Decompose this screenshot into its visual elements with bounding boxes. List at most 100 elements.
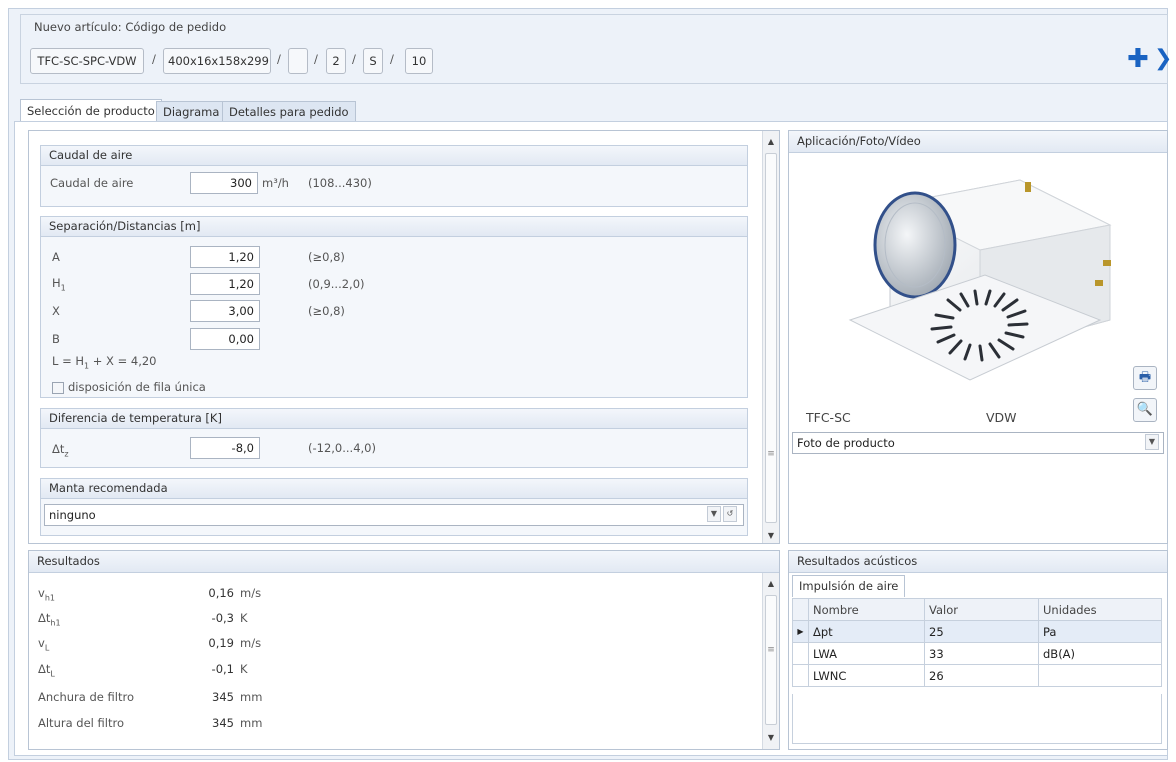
scroll-up-icon[interactable]: ▲ [763, 577, 779, 591]
plenum-select[interactable]: ninguno [44, 504, 744, 526]
order-code-separator: / [277, 52, 281, 66]
cell-unit[interactable]: dB(A) [1038, 642, 1162, 665]
result-label: Δth1 [38, 611, 61, 628]
cell-value[interactable]: 25 [924, 620, 1039, 643]
order-code-type[interactable]: TFC-SC-SPC-VDW [30, 48, 144, 74]
airflow-input[interactable]: 300 [190, 172, 258, 194]
single-row-label: disposición de fila única [68, 380, 206, 394]
zoom-icon[interactable]: 🔍 [1133, 398, 1157, 422]
chevron-down-icon[interactable]: ▼ [1145, 434, 1159, 450]
airflow-header: Caudal de aire [41, 146, 747, 166]
acoustic-table-empty-area [792, 694, 1162, 744]
row-indicator-header [792, 598, 809, 621]
tab-air-supply[interactable]: Impulsión de aire [792, 575, 906, 597]
results-scrollbar[interactable]: ▲ ≡ ▼ [762, 573, 779, 749]
result-unit: mm [240, 690, 263, 704]
grip-icon: ≡ [767, 449, 775, 459]
scroll-down-icon[interactable]: ▼ [763, 529, 779, 543]
distance-x-range: (≥0,8) [308, 304, 345, 318]
scroll-up-icon[interactable]: ▲ [763, 135, 779, 149]
result-label: vL [38, 636, 50, 653]
order-code-separator: / [314, 52, 318, 66]
result-unit: m/s [240, 586, 262, 600]
result-unit: K [240, 611, 248, 625]
order-code-separator: / [152, 52, 156, 66]
add-icon[interactable]: ✚ [1127, 46, 1149, 72]
result-value: 345 [212, 716, 234, 730]
result-value: 345 [212, 690, 234, 704]
scroll-thumb[interactable] [765, 595, 777, 725]
row-indicator-icon: ▶ [792, 620, 809, 643]
order-code-separator: / [352, 52, 356, 66]
distance-b-input[interactable]: 0,00 [190, 328, 260, 350]
distance-x-label: X [52, 304, 60, 318]
grip-icon: ≡ [767, 645, 775, 655]
next-icon[interactable]: ❯ [1154, 47, 1172, 71]
acoustic-header: Resultados acústicos [789, 551, 1167, 573]
media-header: Aplicación/Foto/Vídeo [789, 131, 1167, 153]
cell-value[interactable]: 26 [924, 664, 1039, 687]
plenum-header: Manta recomendada [41, 479, 747, 499]
distance-h1-label: H1 [52, 276, 66, 293]
cell-name[interactable]: LWA [808, 642, 925, 665]
result-label: vh1 [38, 586, 55, 603]
temperature-range: (-12,0...4,0) [308, 441, 376, 455]
tab-order-details[interactable]: Detalles para pedido [222, 101, 356, 122]
order-code-option[interactable] [288, 48, 308, 74]
distance-b-label: B [52, 332, 60, 346]
distance-h1-input[interactable]: 1,20 [190, 273, 260, 295]
cell-unit[interactable]: Pa [1038, 620, 1162, 643]
distance-h1-range: (0,9...2,0) [308, 277, 365, 291]
column-header-value[interactable]: Valor [924, 598, 1039, 621]
table-header-row: Nombre Valor Unidades [792, 598, 1162, 621]
order-code-variant[interactable]: S [363, 48, 383, 74]
result-label: Altura del filtro [38, 716, 124, 730]
distance-x-input[interactable]: 3,00 [190, 300, 260, 322]
result-value: -0,3 [211, 611, 234, 625]
table-row[interactable]: LWA 33 dB(A) [792, 642, 1162, 665]
cell-name[interactable]: Δpt [808, 620, 925, 643]
result-unit: mm [240, 716, 263, 730]
column-header-unit[interactable]: Unidades [1038, 598, 1162, 621]
distances-header: Separación/Distancias [m] [41, 217, 747, 237]
result-value: 0,16 [208, 586, 234, 600]
print-icon[interactable]: 🖶 [1133, 366, 1157, 390]
order-code-quantity[interactable]: 2 [326, 48, 346, 74]
distance-formula: L = H1 + X = 4,20 [52, 354, 157, 371]
order-code-dimensions[interactable]: 400x16x158x299 [163, 48, 271, 74]
result-value: -0,1 [211, 662, 234, 676]
single-row-checkbox[interactable] [52, 382, 64, 394]
scroll-down-icon[interactable]: ▼ [763, 731, 779, 745]
row-indicator [792, 664, 809, 687]
result-unit: K [240, 662, 248, 676]
results-header: Resultados [29, 551, 779, 573]
airflow-range: (108...430) [308, 176, 372, 190]
table-row[interactable]: ▶ Δpt 25 Pa [792, 620, 1162, 643]
input-panel-scrollbar[interactable]: ▲ ≡ ▼ [762, 131, 779, 543]
cell-name[interactable]: LWNC [808, 664, 925, 687]
chevron-down-icon[interactable]: ▼ [707, 506, 721, 522]
airflow-unit: m³/h [262, 176, 289, 190]
temperature-input[interactable]: -8,0 [190, 437, 260, 459]
tab-product-selection[interactable]: Selección de producto [20, 99, 162, 122]
result-label: ΔtL [38, 662, 55, 679]
reset-icon[interactable]: ↺ [723, 506, 737, 522]
column-header-name[interactable]: Nombre [808, 598, 925, 621]
result-value: 0,19 [208, 636, 234, 650]
row-indicator [792, 642, 809, 665]
distance-a-range: (≥0,8) [308, 250, 345, 264]
order-title: Nuevo artículo: Código de pedido [34, 20, 227, 34]
cell-value[interactable]: 33 [924, 642, 1039, 665]
tab-diagram[interactable]: Diagrama [156, 101, 227, 122]
media-caption-right: VDW [986, 410, 1017, 425]
scroll-thumb[interactable] [765, 153, 777, 523]
results-panel: Resultados [28, 550, 780, 750]
media-select[interactable]: Foto de producto [792, 432, 1164, 454]
table-row[interactable]: LWNC 26 [792, 664, 1162, 687]
distance-a-input[interactable]: 1,20 [190, 246, 260, 268]
airflow-group: Caudal de aire [40, 145, 748, 207]
temperature-group: Diferencia de temperatura [K] [40, 408, 748, 468]
order-code-size[interactable]: 10 [405, 48, 433, 74]
cell-unit[interactable] [1038, 664, 1162, 687]
result-label: Anchura de filtro [38, 690, 134, 704]
